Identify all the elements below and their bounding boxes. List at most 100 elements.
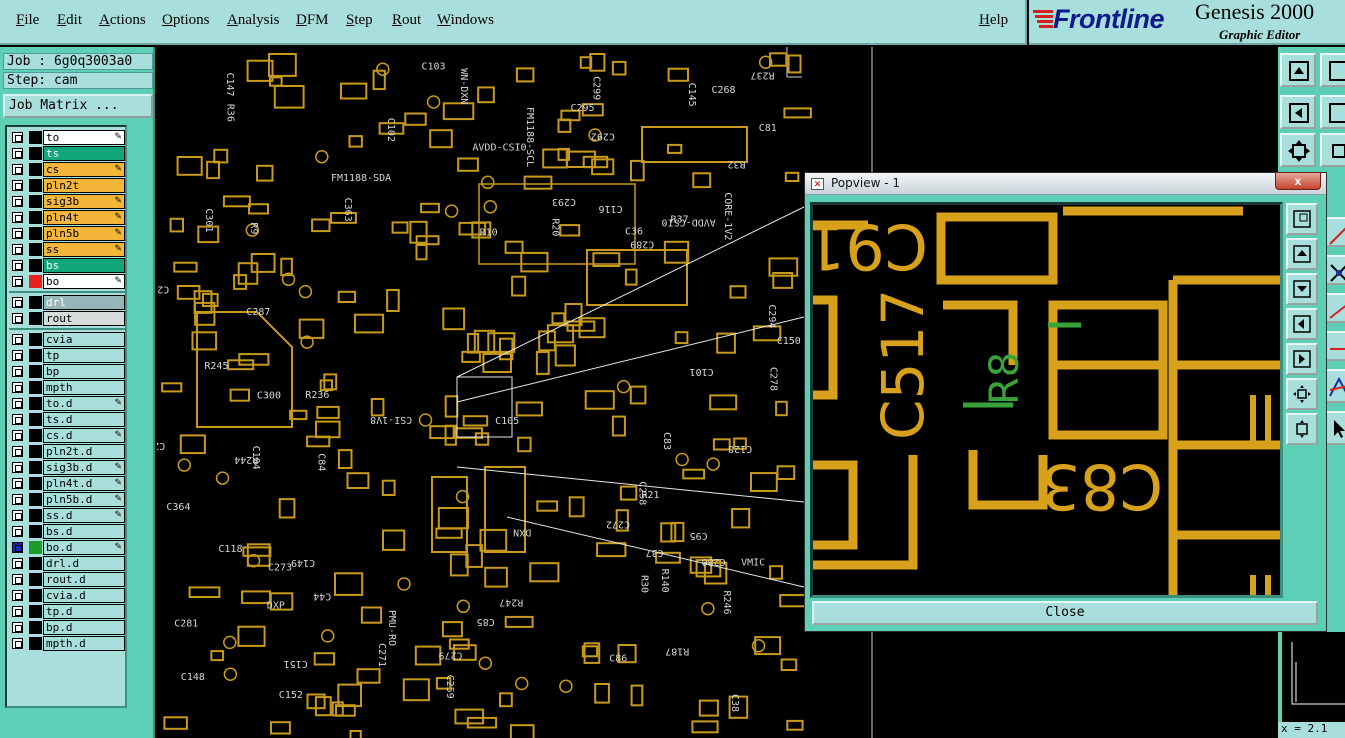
layer-row-pln4t-d[interactable]: pln4t.d ✎ — [8, 476, 126, 491]
zoom-home-button[interactable] — [1280, 53, 1316, 87]
layer-color-swatch[interactable] — [29, 131, 42, 144]
layer-row-pln5b-d[interactable]: pln5b.d ✎ — [8, 492, 126, 507]
layer-checkbox[interactable] — [12, 510, 23, 521]
layer-checkbox[interactable] — [12, 638, 23, 649]
mini-map[interactable] — [1282, 632, 1345, 722]
layer-color-swatch[interactable] — [29, 275, 42, 288]
layer-row-to-d[interactable]: to.d ✎ — [8, 396, 126, 411]
layer-name[interactable]: tp — [43, 348, 125, 363]
menu-rout[interactable]: Rout — [392, 12, 421, 29]
layer-name[interactable]: bp.d — [43, 620, 125, 635]
layer-color-swatch[interactable] — [29, 621, 42, 634]
zoom-fit-button[interactable] — [1280, 133, 1316, 167]
pan-up-button[interactable] — [1320, 53, 1345, 87]
layer-row-sig3b[interactable]: sig3b ✎ — [8, 194, 126, 209]
layer-name[interactable]: pln4t.d — [43, 476, 125, 491]
layer-name[interactable]: sig3b — [43, 194, 125, 209]
layer-color-swatch[interactable] — [29, 557, 42, 570]
menu-windows[interactable]: Windows — [437, 12, 494, 29]
layer-name[interactable]: to — [43, 130, 125, 145]
layer-color-swatch[interactable] — [29, 605, 42, 618]
layer-color-swatch[interactable] — [29, 477, 42, 490]
layer-row-mpth-d[interactable]: mpth.d — [8, 636, 126, 651]
layer-checkbox[interactable] — [12, 276, 23, 287]
layer-row-pln5b[interactable]: pln5b ✎ — [8, 226, 126, 241]
layer-checkbox[interactable] — [12, 542, 23, 553]
layer-name[interactable]: drl.d — [43, 556, 125, 571]
window-close-button[interactable]: x — [1275, 172, 1321, 190]
layer-row-bs[interactable]: bs — [8, 258, 126, 273]
layer-row-bp[interactable]: bp — [8, 364, 126, 379]
layer-row-cvia[interactable]: cvia — [8, 332, 126, 347]
layer-name[interactable]: ts.d — [43, 412, 125, 427]
layer-color-swatch[interactable] — [29, 147, 42, 160]
layer-color-swatch[interactable] — [29, 163, 42, 176]
layer-name[interactable]: pln4t — [43, 210, 125, 225]
layer-name[interactable]: to.d — [43, 396, 125, 411]
pv-zoom-window-button[interactable] — [1286, 203, 1318, 235]
layer-color-swatch[interactable] — [29, 525, 42, 538]
pan-right-button[interactable] — [1320, 95, 1345, 129]
popview-zoom-view[interactable]: C91 C517 C83 R8 — [810, 202, 1283, 598]
layer-name[interactable]: rout — [43, 311, 125, 326]
layer-row-pln4t[interactable]: pln4t ✎ — [8, 210, 126, 225]
layer-color-swatch[interactable] — [29, 296, 42, 309]
layer-row-rout[interactable]: rout — [8, 311, 126, 326]
layer-row-cvia-d[interactable]: cvia.d — [8, 588, 126, 603]
layer-checkbox[interactable] — [12, 430, 23, 441]
layer-checkbox[interactable] — [12, 334, 23, 345]
layer-color-swatch[interactable] — [29, 195, 42, 208]
layer-checkbox[interactable] — [12, 244, 23, 255]
layer-checkbox[interactable] — [12, 606, 23, 617]
layer-row-sig3b-d[interactable]: sig3b.d ✎ — [8, 460, 126, 475]
layer-color-swatch[interactable] — [29, 637, 42, 650]
layer-color-swatch[interactable] — [29, 397, 42, 410]
layer-name[interactable]: ss.d — [43, 508, 125, 523]
layer-checkbox[interactable] — [12, 148, 23, 159]
zoom-fit-button-2[interactable] — [1320, 133, 1345, 167]
layer-name[interactable]: bs — [43, 258, 125, 273]
layer-checkbox[interactable] — [12, 382, 23, 393]
layer-name[interactable]: bo.d — [43, 540, 125, 555]
layer-checkbox[interactable] — [12, 526, 23, 537]
layer-checkbox[interactable] — [12, 398, 23, 409]
pv-zoom-fit-button[interactable] — [1286, 378, 1318, 410]
menu-file[interactable]: File — [16, 12, 39, 29]
layer-row-bp-d[interactable]: bp.d — [8, 620, 126, 635]
layer-color-swatch[interactable] — [29, 227, 42, 240]
layer-row-drl[interactable]: drl — [8, 295, 126, 310]
layer-checkbox[interactable] — [12, 132, 23, 143]
layer-name[interactable]: sig3b.d — [43, 460, 125, 475]
popview-close-button[interactable]: Close — [812, 601, 1318, 625]
layer-name[interactable]: drl — [43, 295, 125, 310]
layer-color-swatch[interactable] — [29, 589, 42, 602]
pan-left-button[interactable] — [1280, 95, 1316, 129]
layer-name[interactable]: cs.d — [43, 428, 125, 443]
pv-pan-right-button[interactable] — [1286, 343, 1318, 375]
layer-color-swatch[interactable] — [29, 509, 42, 522]
menu-actions[interactable]: Actions — [99, 12, 146, 29]
layer-row-pln2t-d[interactable]: pln2t.d — [8, 444, 126, 459]
layer-row-drl-d[interactable]: drl.d — [8, 556, 126, 571]
layer-name[interactable]: pln2t.d — [43, 444, 125, 459]
layer-checkbox[interactable] — [12, 212, 23, 223]
layer-color-swatch[interactable] — [29, 413, 42, 426]
job-matrix-button[interactable]: Job Matrix ... — [3, 94, 153, 118]
layer-row-ts[interactable]: ts — [8, 146, 126, 161]
layer-color-swatch[interactable] — [29, 333, 42, 346]
layer-name[interactable]: pln2t — [43, 178, 125, 193]
layer-row-rout-d[interactable]: rout.d — [8, 572, 126, 587]
layer-checkbox[interactable] — [12, 558, 23, 569]
layer-checkbox[interactable] — [12, 366, 23, 377]
menu-step[interactable]: Step — [346, 12, 373, 29]
layer-row-bo[interactable]: bo ✎ — [8, 274, 126, 289]
layer-name[interactable]: ss — [43, 242, 125, 257]
layer-row-ts-d[interactable]: ts.d — [8, 412, 126, 427]
layer-name[interactable]: pln5b — [43, 226, 125, 241]
layer-checkbox[interactable] — [12, 446, 23, 457]
layer-row-bo-d[interactable]: bo.d ✎ — [8, 540, 126, 555]
menu-help[interactable]: Help — [979, 12, 1008, 29]
layer-checkbox[interactable] — [12, 414, 23, 425]
menu-edit[interactable]: Edit — [57, 12, 82, 29]
layer-color-swatch[interactable] — [29, 259, 42, 272]
